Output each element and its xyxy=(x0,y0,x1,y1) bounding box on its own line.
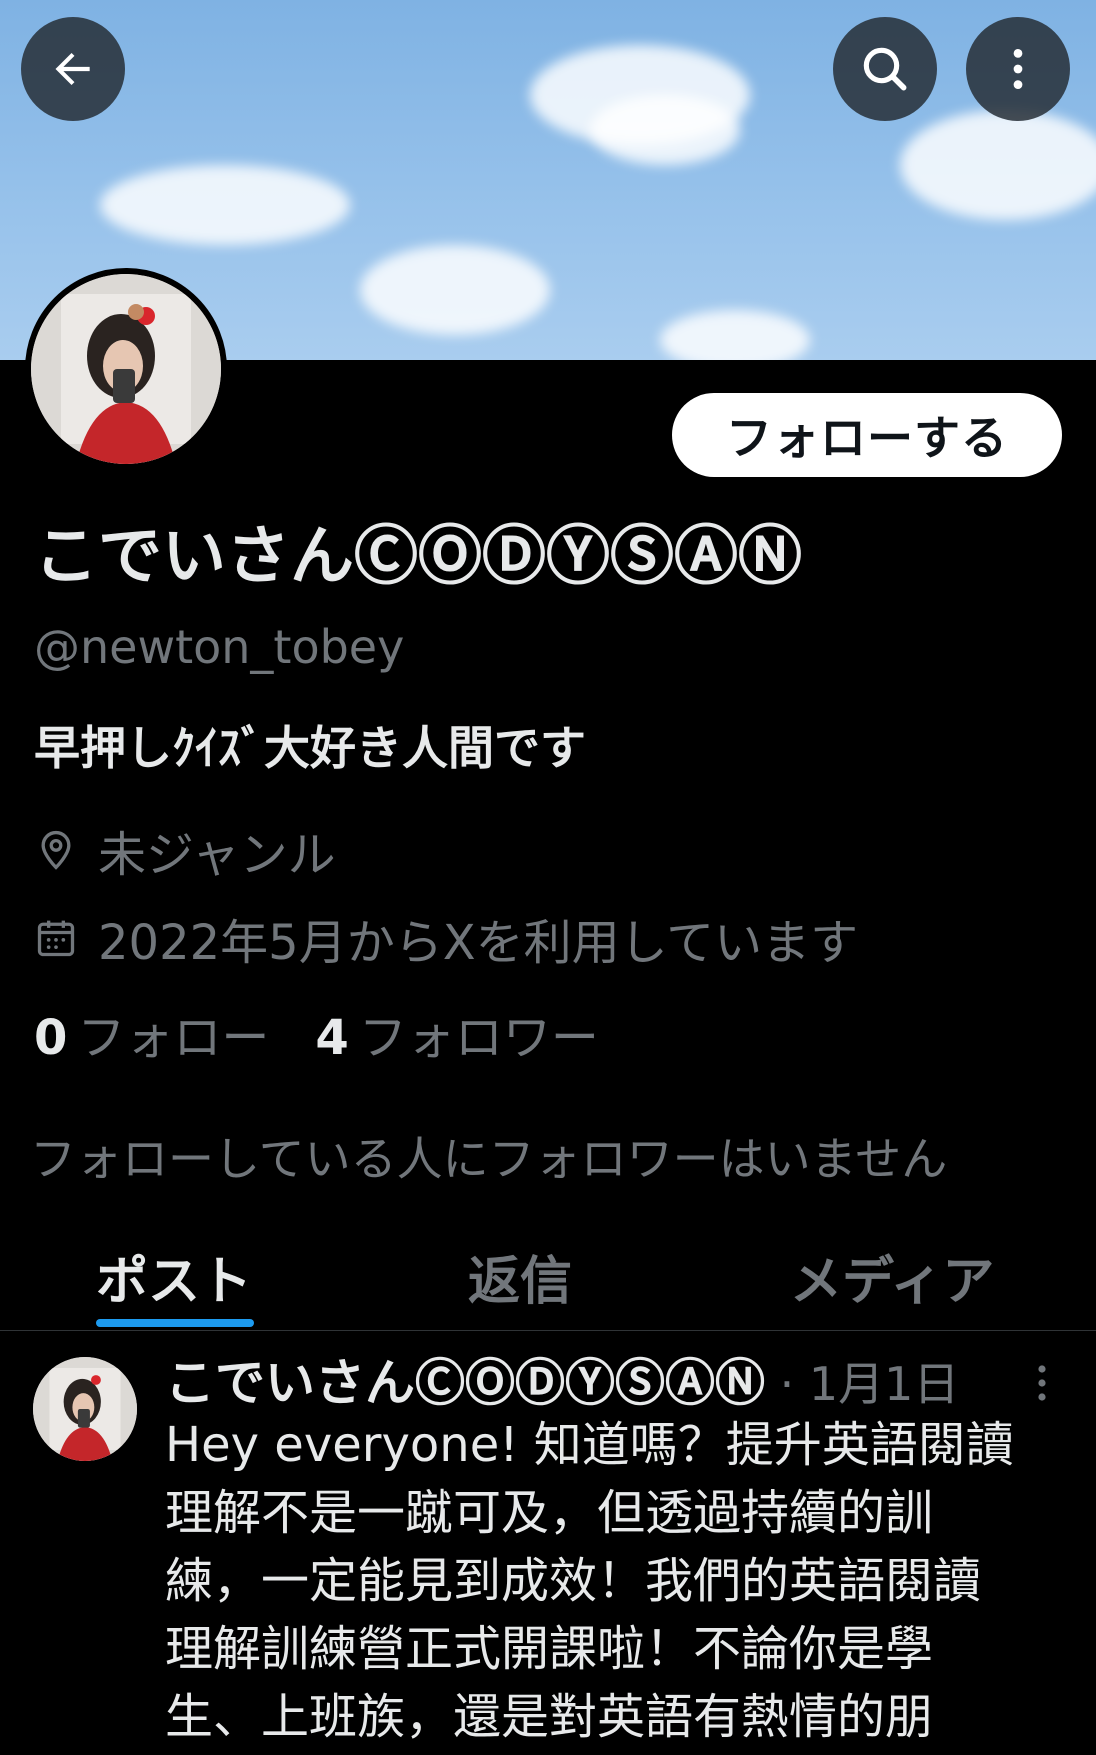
post-item[interactable]: こでいさんⒸⓄⒹⓎⓈⒶⓃ · 1月1日 Hey everyone! 知道嗎？提升… xyxy=(0,1331,1096,1755)
followers-label: フォロワー xyxy=(358,1010,599,1066)
more-vertical-icon xyxy=(1013,49,1023,89)
joined-text: 2022年5月からXを利用しています xyxy=(98,915,859,971)
follow-counts: 0 フォロー 4 フォロワー xyxy=(34,998,599,1068)
search-icon xyxy=(863,47,907,91)
location-text: 未ジャンル xyxy=(98,827,336,883)
more-options-button[interactable] xyxy=(966,17,1070,121)
following-count: 0 xyxy=(34,1010,68,1066)
back-button[interactable] xyxy=(21,17,125,121)
calendar-icon xyxy=(37,920,75,957)
following-label: フォロー xyxy=(77,1010,270,1066)
profile-avatar[interactable] xyxy=(25,268,227,470)
following-link[interactable]: 0 フォロー xyxy=(34,998,269,1068)
profile-bio: 早押しｸｲｽﾞ大好き人間です xyxy=(34,721,586,775)
tab-media[interactable]: メディア xyxy=(790,1239,994,1314)
tab-posts[interactable]: ポスト xyxy=(96,1239,252,1314)
more-vertical-icon xyxy=(1038,1365,1046,1401)
search-button[interactable] xyxy=(833,17,937,121)
post-more-button[interactable] xyxy=(1030,1363,1054,1407)
post-date[interactable]: 1月1日 xyxy=(809,1357,960,1411)
followed-by-note: フォローしている人にフォロワーはいません xyxy=(30,1132,948,1186)
location-pin-icon xyxy=(41,830,71,870)
post-avatar[interactable] xyxy=(33,1357,137,1461)
profile-tabs: ポスト 返信 メディア xyxy=(0,1225,1096,1331)
user-handle: @newton_tobey xyxy=(34,620,405,674)
followers-link[interactable]: 4 フォロワー xyxy=(315,998,598,1068)
tab-replies[interactable]: 返信 xyxy=(468,1239,572,1314)
active-tab-indicator xyxy=(96,1319,254,1327)
joined-row: 2022年5月からXを利用しています xyxy=(34,903,858,973)
post-author-name[interactable]: こでいさんⒸⓄⒹⓎⓈⒶⓃ xyxy=(165,1354,765,1412)
avatar-photo xyxy=(31,274,221,464)
followers-count: 4 xyxy=(315,1010,349,1066)
post-text: Hey everyone! 知道嗎？提升英語閱讀 理解不是一蹴可及，但透過持續的… xyxy=(165,1417,1014,1745)
post-header: こでいさんⒸⓄⒹⓎⓈⒶⓃ · 1月1日 xyxy=(165,1343,959,1415)
follow-button[interactable]: フォローする xyxy=(672,393,1062,477)
post-avatar-photo xyxy=(33,1357,137,1461)
post-separator: · xyxy=(765,1357,809,1411)
location-row: 未ジャンル xyxy=(34,815,336,885)
display-name: こでいさんⒸⓄⒹⓎⓈⒶⓃ xyxy=(34,520,802,594)
arrow-left-icon xyxy=(55,52,90,86)
